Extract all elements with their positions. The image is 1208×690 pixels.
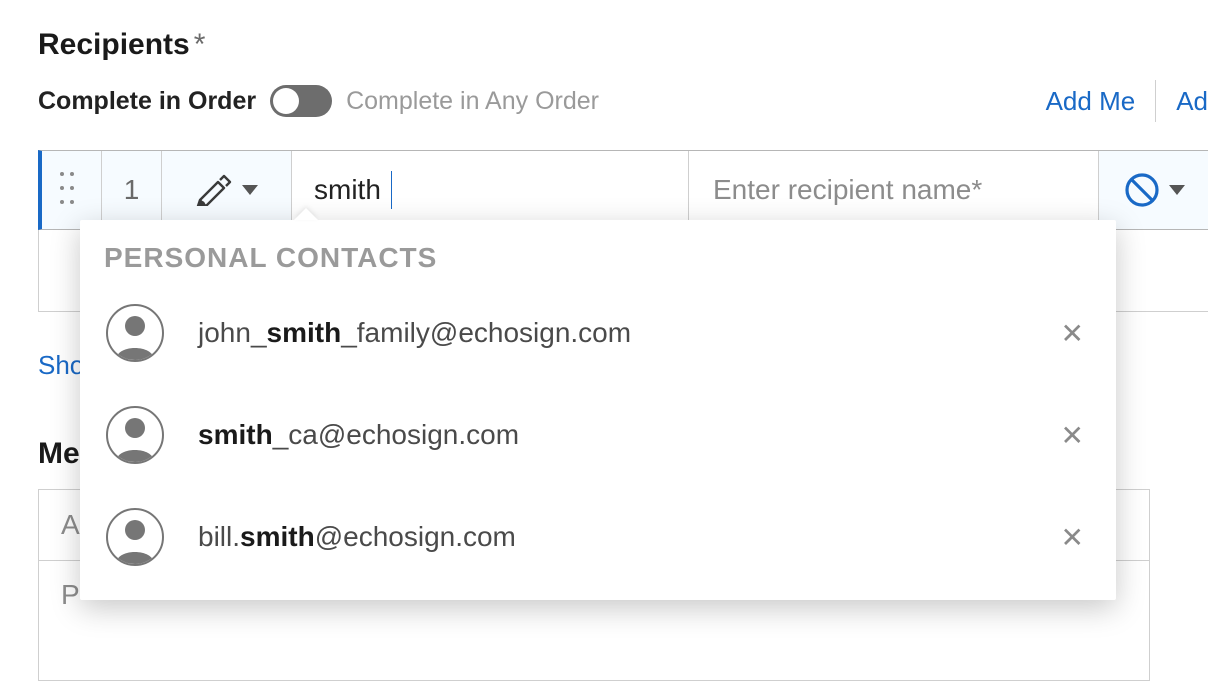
order-toggle[interactable]	[270, 85, 332, 117]
contact-email-pre: john_	[198, 317, 267, 348]
drag-dots-icon	[60, 172, 74, 208]
contact-email-match: smith	[240, 521, 315, 552]
remove-contact-button[interactable]: ✕	[1055, 317, 1090, 350]
chevron-down-icon	[242, 185, 258, 195]
contact-email-post: _family@echosign.com	[341, 317, 631, 348]
signer-pen-icon	[196, 174, 232, 206]
name-input[interactable]	[711, 173, 1076, 207]
contact-email: john_smith_family@echosign.com	[198, 317, 631, 349]
remove-contact-button[interactable]: ✕	[1055, 419, 1090, 452]
remove-contact-button[interactable]: ✕	[1055, 521, 1090, 554]
contact-suggestion[interactable]: john_smith_family@echosign.com ✕	[80, 282, 1116, 384]
email-cell[interactable]	[292, 151, 689, 229]
message-subject-placeholder: A	[61, 509, 80, 541]
recipients-heading-text: Recipients	[38, 28, 190, 61]
avatar-icon	[106, 304, 164, 362]
avatar-icon	[106, 508, 164, 566]
contact-email: bill.smith@echosign.com	[198, 521, 516, 553]
contact-email-match: smith	[198, 419, 273, 450]
recipients-heading: Recipients*	[38, 28, 1208, 62]
complete-any-order-label: Complete in Any Order	[346, 87, 599, 116]
avatar-icon	[106, 406, 164, 464]
drag-handle[interactable]	[42, 151, 102, 229]
contact-email-match: smith	[267, 317, 342, 348]
nosign-icon	[1123, 171, 1161, 209]
contact-suggestion[interactable]: smith_ca@echosign.com ✕	[80, 384, 1116, 486]
add-me-link[interactable]: Add Me	[1046, 86, 1136, 117]
contact-email: smith_ca@echosign.com	[198, 419, 519, 451]
email-input[interactable]	[314, 171, 392, 209]
order-toggle-row: Complete in Order Complete in Any Order …	[38, 80, 1208, 122]
toggle-knob	[273, 88, 299, 114]
contacts-group-header: PERSONAL CONTACTS	[80, 220, 1116, 282]
contact-suggestion[interactable]: bill.smith@echosign.com ✕	[80, 486, 1116, 588]
role-selector[interactable]	[162, 151, 292, 229]
chevron-down-icon	[1169, 185, 1185, 195]
contact-email-post: _ca@echosign.com	[273, 419, 519, 450]
link-separator	[1155, 80, 1156, 122]
contact-email-pre: bill.	[198, 521, 240, 552]
message-body-placeholder: P	[61, 579, 80, 611]
recipient-row: 1	[38, 150, 1208, 230]
required-asterisk: *	[194, 28, 206, 61]
contact-email-post: @echosign.com	[315, 521, 516, 552]
add-recipients-link[interactable]: Ad	[1176, 86, 1208, 117]
order-number: 1	[102, 151, 162, 229]
recipient-action-selector[interactable]	[1099, 151, 1208, 229]
complete-in-order-label: Complete in Order	[38, 87, 256, 116]
dropdown-arrow	[294, 208, 318, 220]
contacts-autocomplete-dropdown: PERSONAL CONTACTS john_smith_family@echo…	[80, 220, 1116, 600]
name-cell[interactable]	[689, 151, 1099, 229]
